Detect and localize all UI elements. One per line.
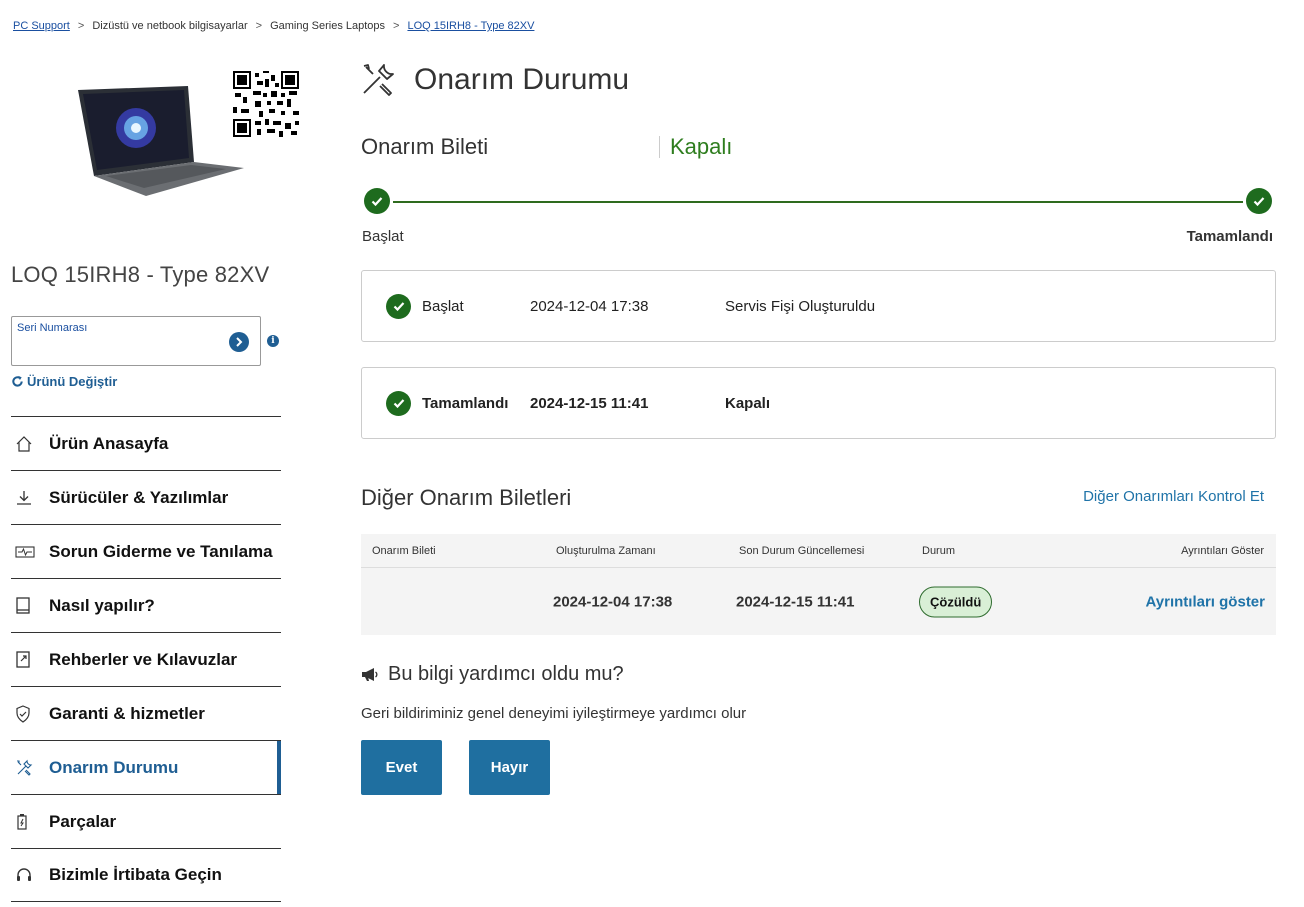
nav-item-repair-status[interactable]: Onarım Durumu: [11, 740, 281, 794]
product-image: [78, 86, 244, 196]
product-title: LOQ 15IRH8 - Type 82XV: [11, 262, 270, 287]
step-card: Başlat 2024-12-04 17:38 Servis Fişi Oluş…: [361, 270, 1276, 342]
show-details-link[interactable]: Ayrıntıları göster: [1146, 593, 1265, 610]
feedback-no-button[interactable]: Hayır: [469, 740, 550, 795]
check-circle-icon: [364, 188, 390, 214]
manual-icon: [11, 650, 49, 669]
tools-icon: [11, 759, 49, 777]
nav-item-warranty[interactable]: Garanti & hizmetler: [11, 686, 281, 740]
column-header: Son Durum Güncellemesi: [739, 544, 865, 557]
step-description: Servis Fişi Oluşturuldu: [725, 297, 876, 315]
divider: [659, 136, 660, 158]
column-header: Durum: [922, 544, 956, 557]
book-icon: [11, 596, 49, 615]
refresh-icon: [12, 375, 23, 387]
download-icon: [11, 489, 49, 507]
qr-code: [233, 71, 299, 137]
table-row: 2024-12-04 17:38 2024-12-15 11:41 Çözüld…: [361, 568, 1276, 635]
nav-item-drivers[interactable]: Sürücüler & Yazılımlar: [11, 470, 281, 524]
check-circle-icon: [386, 293, 411, 319]
updated-cell: 2024-12-15 11:41: [736, 593, 855, 610]
step-time: 2024-12-04 17:38: [530, 297, 649, 315]
tools-icon: [363, 64, 394, 96]
side-nav: Ürün Anasayfa Sürücüler & Yazılımlar Sor…: [11, 416, 281, 902]
step-card: Tamamlandı 2024-12-15 11:41 Kapalı: [361, 367, 1276, 439]
headset-icon: [11, 866, 49, 884]
nav-item-manuals[interactable]: Rehberler ve Kılavuzlar: [11, 632, 281, 686]
step-time: 2024-12-15 11:41: [530, 394, 649, 412]
column-header: Oluşturulma Zamanı: [556, 544, 656, 557]
feedback-title: Bu bilgi yardımcı oldu mu?: [361, 663, 624, 686]
serial-number-label: Seri Numarası: [17, 322, 88, 334]
breadcrumb-pc-support[interactable]: PC Support: [13, 20, 70, 32]
created-cell: 2024-12-04 17:38: [553, 593, 673, 610]
check-other-repairs-link[interactable]: Diğer Onarımları Kontrol Et: [1000, 488, 1264, 505]
column-header: Ayrıntıları Göster: [1181, 544, 1264, 557]
progress-end-label: Tamamlandı: [1186, 228, 1273, 245]
shield-icon: [11, 704, 49, 723]
step-name: Tamamlandı: [422, 394, 509, 412]
progress-start-label: Başlat: [362, 228, 404, 245]
diagnostics-icon: [11, 545, 49, 559]
breadcrumb-product[interactable]: LOQ 15IRH8 - Type 82XV: [407, 20, 534, 32]
ticket-summary: Onarım Bileti Kapalı: [361, 134, 781, 160]
check-circle-icon: [1246, 188, 1272, 214]
progress-line: [393, 201, 1243, 203]
nav-item-troubleshooting[interactable]: Sorun Giderme ve Tanılama: [11, 524, 281, 578]
change-product-link[interactable]: Ürünü Değiştir: [11, 374, 117, 389]
nav-item-home[interactable]: Ürün Anasayfa: [11, 416, 281, 470]
nav-item-contact[interactable]: Bizimle İrtibata Geçin: [11, 848, 281, 902]
ticket-label: Onarım Bileti: [361, 134, 489, 159]
other-tickets-table: Onarım Bileti Oluşturulma Zamanı Son Dur…: [361, 534, 1276, 635]
home-icon: [11, 435, 49, 453]
info-icon[interactable]: i: [267, 335, 279, 347]
step-description: Kapalı: [725, 394, 771, 412]
progress-tracker: [363, 188, 1273, 216]
breadcrumb-laptops: Dizüstü ve netbook bilgisayarlar: [92, 20, 248, 32]
page-header: Onarım Durumu: [360, 62, 629, 98]
feedback-yes-button[interactable]: Evet: [361, 740, 442, 795]
status-badge: Çözüldü: [919, 586, 993, 617]
serial-number-input[interactable]: Seri Numarası: [11, 316, 261, 366]
megaphone-icon: [362, 668, 378, 681]
nav-item-parts[interactable]: Parçalar: [11, 794, 281, 848]
ticket-status: Kapalı: [670, 134, 733, 159]
feedback-subtitle: Geri bildiriminiz genel deneyimi iyileşt…: [361, 705, 747, 722]
nav-item-howto[interactable]: Nasıl yapılır?: [11, 578, 281, 632]
table-header: Onarım Bileti Oluşturulma Zamanı Son Dur…: [361, 534, 1276, 568]
page-title: Onarım Durumu: [414, 63, 630, 96]
check-circle-icon: [386, 390, 411, 416]
breadcrumb-gaming: Gaming Series Laptops: [270, 20, 386, 32]
step-name: Başlat: [422, 297, 464, 315]
breadcrumb: PC Support > Dizüstü ve netbook bilgisay…: [13, 20, 535, 32]
column-header: Onarım Bileti: [372, 544, 436, 557]
battery-icon: [11, 813, 49, 831]
chevron-right-icon: [236, 337, 243, 347]
serial-submit-button[interactable]: [229, 332, 249, 352]
other-tickets-title: Diğer Onarım Biletleri: [361, 485, 572, 510]
